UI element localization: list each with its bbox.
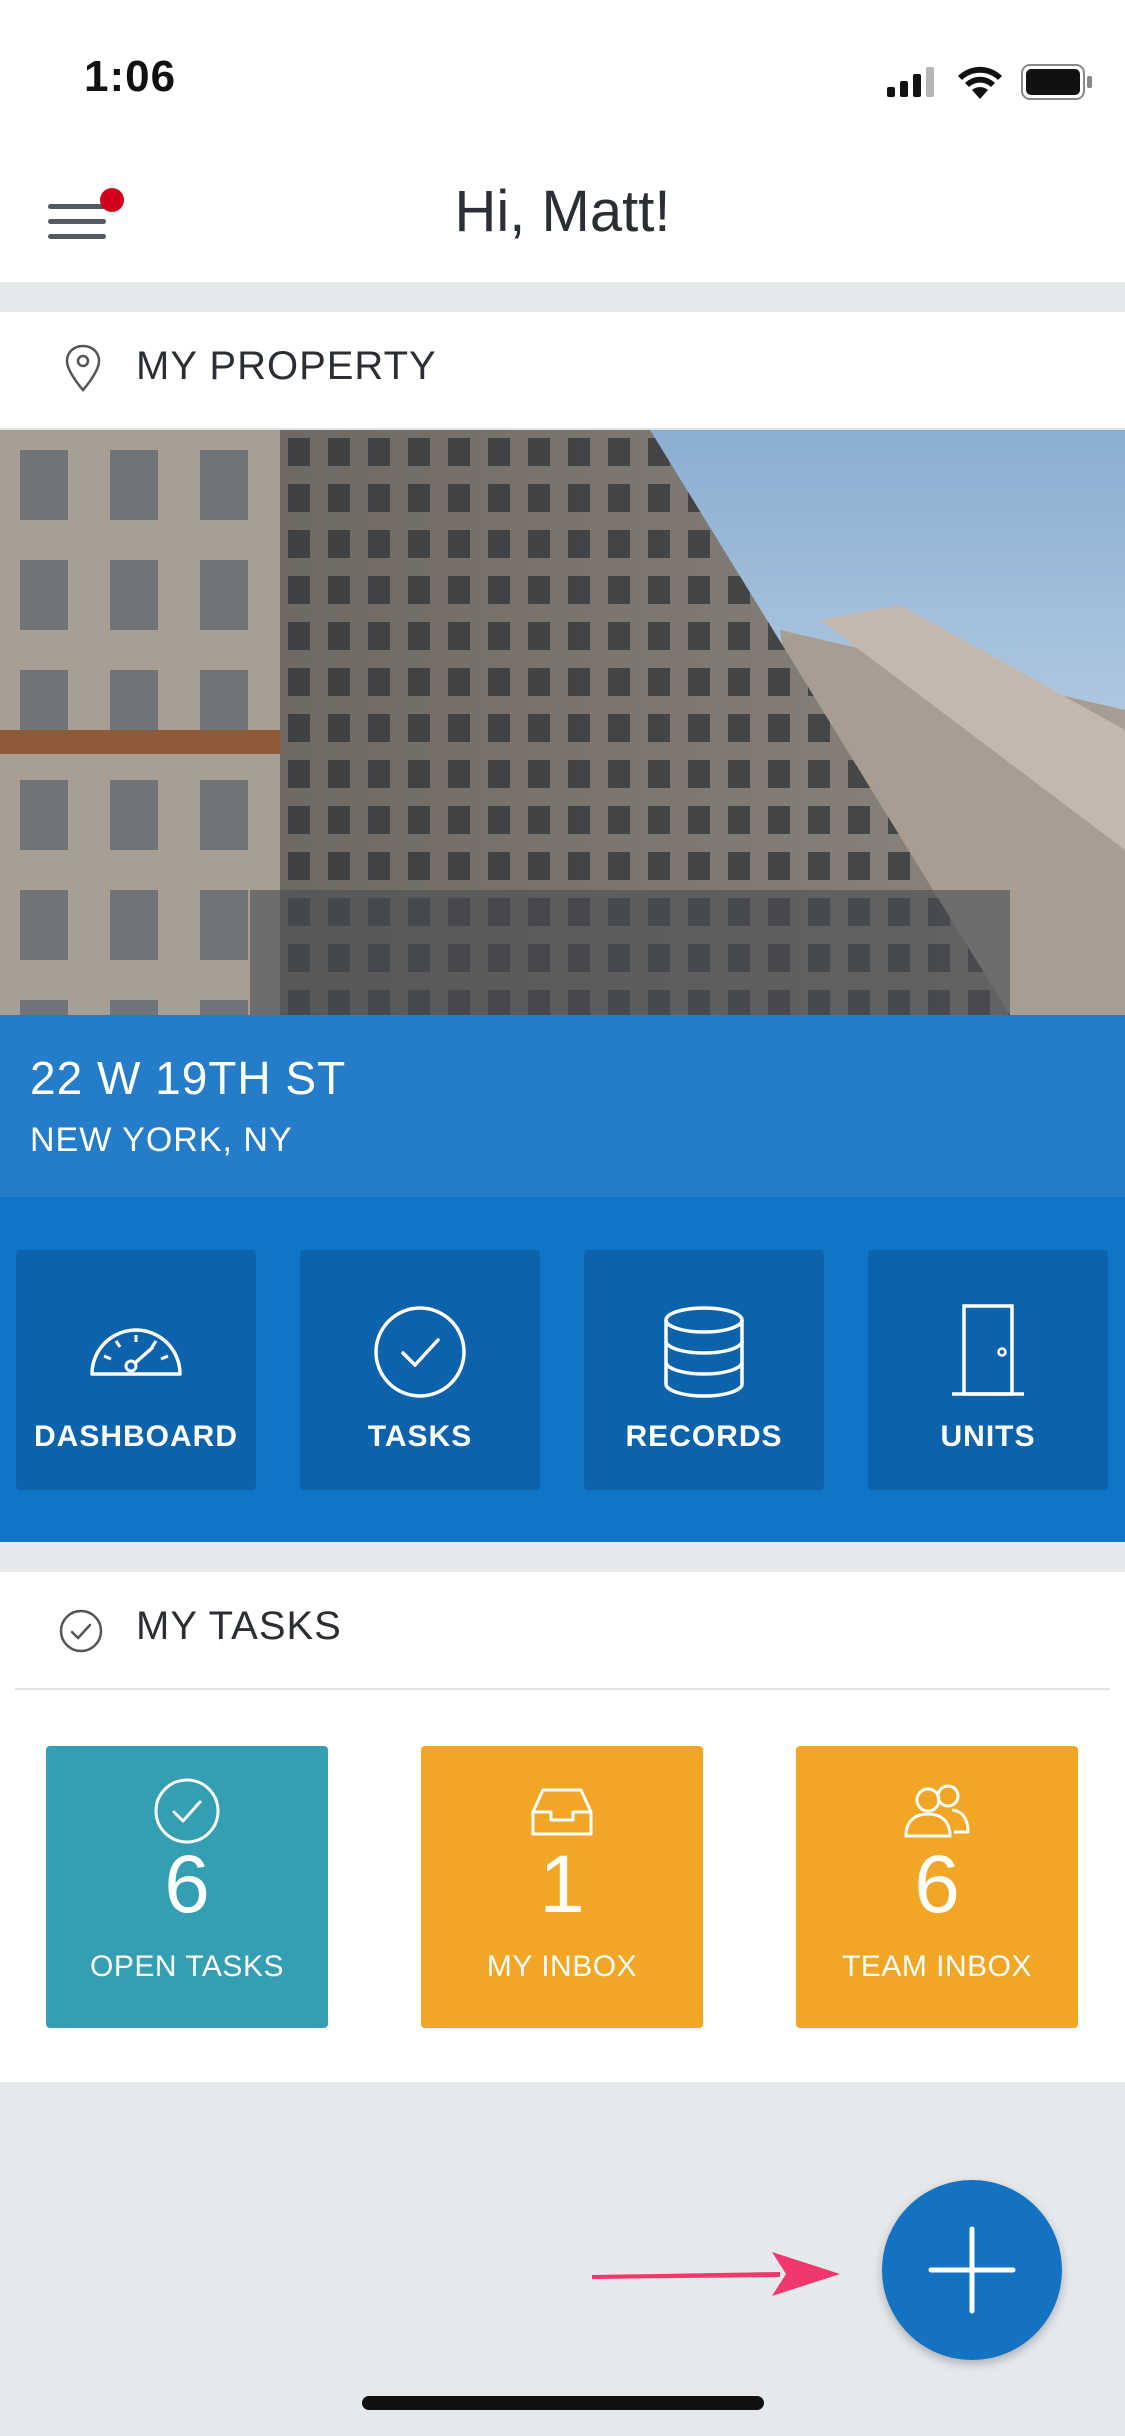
app-screen: 1:06 Hi, Matt! MY PROPERTY 22 W 19TH ST … — [0, 0, 1125, 2436]
units-tile[interactable]: UNITS — [868, 1250, 1108, 1490]
team-inbox-tile[interactable]: 6 TEAM INBOX — [796, 1746, 1078, 2028]
dashboard-tile[interactable]: DASHBOARD — [16, 1250, 256, 1490]
inbox-icon — [531, 1788, 593, 1836]
my-inbox-tile[interactable]: 1 MY INBOX — [421, 1746, 703, 2028]
units-label: UNITS — [940, 1420, 1036, 1453]
my-tasks-header: MY TASKS — [0, 1572, 1125, 1690]
check-circle-icon — [154, 1778, 220, 1844]
tasks-label: TASKS — [367, 1420, 473, 1453]
status-time: 1:06 — [84, 52, 177, 101]
tasks-tile[interactable]: TASKS — [300, 1250, 540, 1490]
my-property-title: MY PROPERTY — [136, 344, 437, 388]
open-tasks-tile[interactable]: 6 OPEN TASKS — [46, 1746, 328, 2028]
greeting-title: Hi, Matt! — [454, 179, 671, 244]
annotation-arrow-icon — [592, 2252, 840, 2296]
dashboard-label: DASHBOARD — [34, 1420, 238, 1453]
home-indicator[interactable] — [362, 2396, 764, 2410]
gauge-icon — [90, 1328, 182, 1376]
location-pin-icon — [65, 344, 101, 392]
check-circle-icon — [374, 1306, 466, 1398]
divider — [15, 1688, 1110, 1690]
records-label: RECORDS — [625, 1420, 783, 1453]
team-inbox-label: TEAM INBOX — [841, 1950, 1033, 1983]
team-inbox-count: 6 — [914, 1839, 960, 1930]
property-nav: DASHBOARD TASKS RECORDS UNITS — [0, 1197, 1125, 1542]
add-button[interactable] — [882, 2180, 1062, 2360]
plus-icon — [928, 2226, 1016, 2314]
status-bar: 1:06 — [0, 0, 1125, 150]
property-photo[interactable] — [0, 430, 1125, 1015]
battery-icon — [1021, 64, 1092, 100]
address-banner: 22 W 19TH ST NEW YORK, NY — [0, 1015, 1125, 1197]
address-city: NEW YORK, NY — [30, 1121, 293, 1159]
my-property-header: MY PROPERTY — [0, 312, 1125, 430]
my-inbox-count: 1 — [539, 1839, 585, 1930]
my-tasks-title: MY TASKS — [136, 1604, 342, 1648]
open-tasks-count: 6 — [164, 1839, 210, 1930]
open-tasks-label: OPEN TASKS — [90, 1950, 284, 1983]
door-icon — [952, 1304, 1024, 1396]
users-icon — [904, 1784, 970, 1838]
signal-icon — [887, 67, 934, 97]
my-tasks-card: MY TASKS 6 OPEN TASKS 1 MY INBOX 6 TEAM … — [0, 1572, 1125, 2082]
status-icons — [887, 60, 1093, 104]
wifi-icon — [958, 66, 1002, 99]
my-inbox-label: MY INBOX — [486, 1950, 638, 1983]
address-street: 22 W 19TH ST — [30, 1052, 347, 1104]
database-icon — [664, 1306, 744, 1398]
records-tile[interactable]: RECORDS — [584, 1250, 824, 1490]
check-circle-icon — [59, 1609, 103, 1653]
app-header: Hi, Matt! — [0, 150, 1125, 282]
